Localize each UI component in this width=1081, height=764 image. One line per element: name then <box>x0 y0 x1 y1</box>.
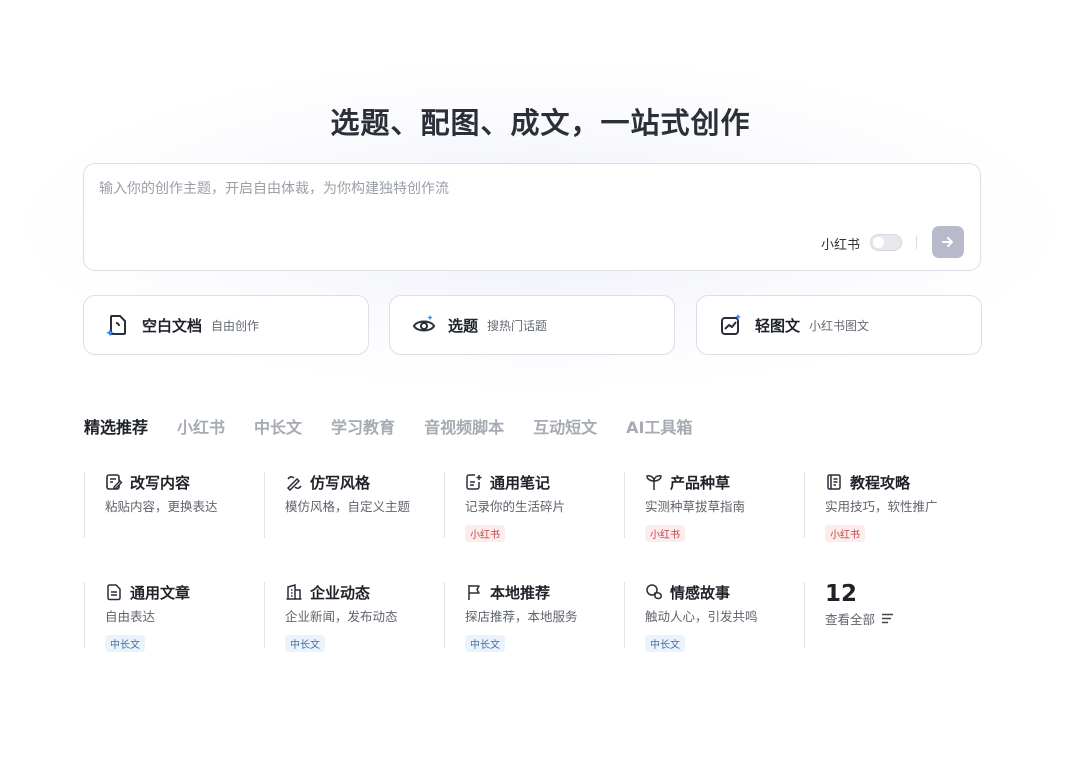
category-tabs: 精选推荐 小红书 中长文 学习教育 音视频脚本 互动短文 AI工具箱 <box>84 414 721 438</box>
template-tag: 小红书 <box>465 525 505 542</box>
template-grid: 改写内容 粘贴内容，更换表达 仿写风格 模仿风格，自定义主题 通用笔记 记录你的… <box>84 472 984 692</box>
sprout-icon <box>645 473 663 491</box>
template-tag: 小红书 <box>645 525 685 542</box>
divider <box>916 236 917 249</box>
toggle-knob <box>873 237 884 248</box>
chart-sparkle-icon <box>719 313 743 337</box>
template-desc: 粘贴内容，更换表达 <box>105 499 218 514</box>
template-tag: 中长文 <box>285 635 325 652</box>
page-title: 选题、配图、成文，一站式创作 <box>330 106 751 140</box>
pen-style-icon <box>285 473 303 491</box>
composer: 小红书 <box>83 163 981 271</box>
template-title: 产品种草 <box>670 473 731 492</box>
template-title: 改写内容 <box>130 473 191 492</box>
building-icon <box>285 583 303 601</box>
template-title: 教程攻略 <box>850 473 911 492</box>
blank-doc-icon <box>106 313 130 337</box>
template-desc: 自由表达 <box>105 609 156 624</box>
template-title: 企业动态 <box>310 583 371 602</box>
view-all-link[interactable]: 查看全部 <box>825 609 984 628</box>
template-product-rec[interactable]: 产品种草 实测种草拔草指南 小红书 <box>624 472 804 542</box>
template-local-rec[interactable]: 本地推荐 探店推荐，本地服务 中长文 <box>444 582 624 652</box>
template-tutorial[interactable]: 教程攻略 实用技巧，软性推广 小红书 <box>804 472 984 542</box>
quick-action-topic[interactable]: 选题 搜热门话题 <box>389 295 675 355</box>
template-general-article[interactable]: 通用文章 自由表达 中长文 <box>84 582 264 652</box>
template-tag: 中长文 <box>645 635 685 652</box>
list-icon <box>882 613 894 624</box>
template-desc: 探店推荐，本地服务 <box>465 609 578 624</box>
tab-education[interactable]: 学习教育 <box>331 414 395 438</box>
flag-icon <box>465 583 483 601</box>
template-desc: 企业新闻，发布动态 <box>285 609 398 624</box>
edit-doc-icon <box>105 473 123 491</box>
tab-long-article[interactable]: 中长文 <box>254 414 302 438</box>
template-desc: 触动人心，引发共鸣 <box>645 609 758 624</box>
template-title: 通用笔记 <box>490 473 551 492</box>
quick-action-title: 空白文档 <box>142 316 203 335</box>
template-title: 仿写风格 <box>310 473 371 492</box>
tab-video-script[interactable]: 音视频脚本 <box>424 414 504 438</box>
arrow-right-icon <box>942 237 953 247</box>
quick-action-title: 选题 <box>448 316 479 335</box>
topic-input[interactable] <box>99 178 959 218</box>
xhs-toggle[interactable] <box>870 234 902 251</box>
template-emotional-story[interactable]: 情感故事 触动人心，引发共鸣 中长文 <box>624 582 804 652</box>
note-plus-icon <box>465 473 483 491</box>
tab-xiaohongshu[interactable]: 小红书 <box>177 414 225 438</box>
quick-action-light-post[interactable]: 轻图文 小红书图文 <box>696 295 982 355</box>
template-title: 通用文章 <box>130 583 191 602</box>
template-general-note[interactable]: 通用笔记 记录你的生活碎片 小红书 <box>444 472 624 542</box>
template-title: 本地推荐 <box>490 583 551 602</box>
template-imitate-style[interactable]: 仿写风格 模仿风格，自定义主题 <box>264 472 444 538</box>
template-desc: 实用技巧，软性推广 <box>825 499 938 514</box>
article-icon <box>105 583 123 601</box>
template-company-news[interactable]: 企业动态 企业新闻，发布动态 中长文 <box>264 582 444 652</box>
heart-chat-icon <box>645 583 663 601</box>
quick-action-blank-doc[interactable]: 空白文档 自由创作 <box>83 295 369 355</box>
template-tag: 中长文 <box>105 635 145 652</box>
tab-ai-toolbox[interactable]: AI工具箱 <box>626 414 692 438</box>
tab-interactive-short[interactable]: 互动短文 <box>533 414 597 438</box>
template-title: 情感故事 <box>670 583 731 602</box>
quick-action-title: 轻图文 <box>755 316 801 335</box>
template-desc: 实测种草拔草指南 <box>645 499 746 514</box>
book-icon <box>825 473 843 491</box>
template-tag: 小红书 <box>825 525 865 542</box>
view-all-templates[interactable]: 12 查看全部 <box>804 581 984 648</box>
send-button[interactable] <box>932 226 964 258</box>
template-rewrite[interactable]: 改写内容 粘贴内容，更换表达 <box>84 472 264 538</box>
template-count: 12 <box>825 581 858 607</box>
template-tag: 中长文 <box>465 635 505 652</box>
template-desc: 记录你的生活碎片 <box>465 499 566 514</box>
tab-featured[interactable]: 精选推荐 <box>84 414 148 438</box>
quick-action-subtitle: 小红书图文 <box>809 318 870 333</box>
xhs-toggle-label: 小红书 <box>820 238 860 253</box>
quick-action-subtitle: 自由创作 <box>211 318 260 333</box>
template-row: 改写内容 粘贴内容，更换表达 仿写风格 模仿风格，自定义主题 通用笔记 记录你的… <box>84 472 984 582</box>
template-desc: 模仿风格，自定义主题 <box>285 499 411 514</box>
eye-icon <box>412 313 436 337</box>
view-all-label: 查看全部 <box>825 612 876 627</box>
template-row: 通用文章 自由表达 中长文 企业动态 企业新闻，发布动态 中长文 本地推荐 探店… <box>84 581 984 692</box>
quick-action-subtitle: 搜热门话题 <box>487 318 548 333</box>
